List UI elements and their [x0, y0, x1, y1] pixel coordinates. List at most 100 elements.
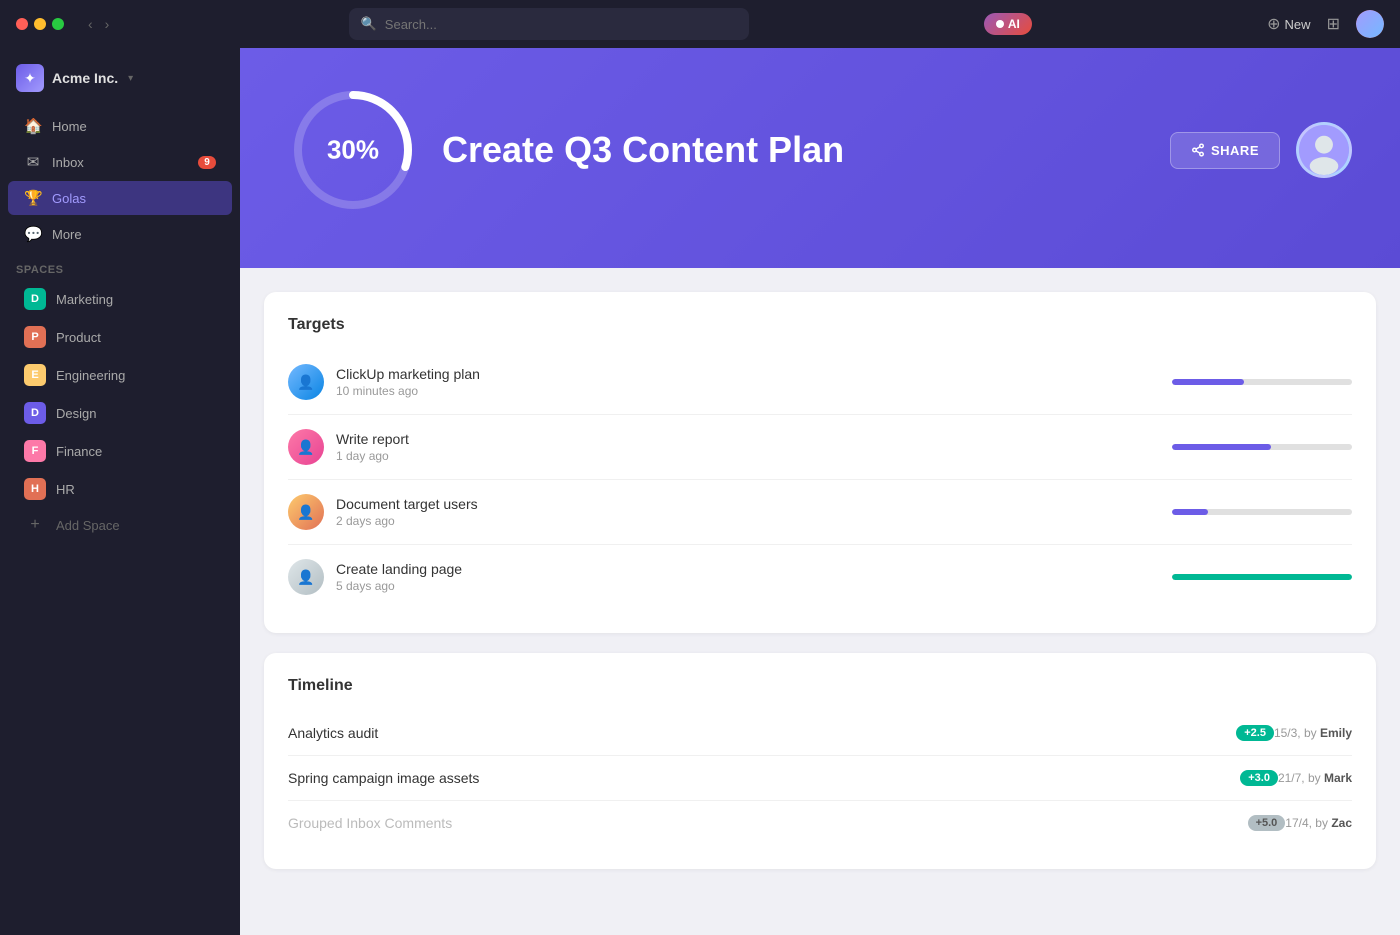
- space-label: Marketing: [56, 292, 113, 307]
- workspace-header[interactable]: ✦ Acme Inc. ▾: [0, 56, 240, 108]
- target-info-2: Write report 1 day ago: [336, 431, 1160, 463]
- add-space-button[interactable]: + Add Space: [8, 509, 232, 541]
- titlebar: ‹ › 🔍 AI ⊕ New ⊞: [0, 0, 1400, 48]
- new-button[interactable]: ⊕ New: [1267, 14, 1310, 34]
- target-info-1: ClickUp marketing plan 10 minutes ago: [336, 366, 1160, 398]
- timeline-badge: +5.0: [1248, 815, 1286, 831]
- timeline-item: Analytics audit +2.5 15/3, by Emily: [288, 711, 1352, 756]
- space-badge-hr: H: [24, 478, 46, 500]
- content-body: Targets 👤 ClickUp marketing plan 10 minu…: [240, 268, 1400, 893]
- target-item: 👤 ClickUp marketing plan 10 minutes ago: [288, 350, 1352, 415]
- timeline-item: Grouped Inbox Comments +5.0 17/4, by Zac: [288, 801, 1352, 845]
- progress-percent: 30%: [327, 135, 379, 166]
- target-time: 2 days ago: [336, 514, 1160, 528]
- timeline-badge: +2.5: [1236, 725, 1274, 741]
- progress-track: [1172, 574, 1352, 580]
- sidebar-item-goals[interactable]: 🏆 Golas: [8, 181, 232, 215]
- target-item: 👤 Write report 1 day ago: [288, 415, 1352, 480]
- add-icon: +: [24, 516, 46, 534]
- plus-circle-icon: ⊕: [1267, 14, 1280, 34]
- progress-track: [1172, 444, 1352, 450]
- search-icon: 🔍: [361, 16, 377, 32]
- timeline-name: Grouped Inbox Comments: [288, 815, 1238, 831]
- progress-fill: [1172, 444, 1271, 450]
- close-button[interactable]: [16, 18, 28, 30]
- target-info-3: Document target users 2 days ago: [336, 496, 1160, 528]
- inbox-icon: ✉: [24, 153, 42, 171]
- main-content: 30% Create Q3 Content Plan SHARE: [240, 48, 1400, 935]
- timeline-name: Analytics audit: [288, 725, 1226, 741]
- chevron-down-icon: ▾: [128, 73, 133, 84]
- target-name: ClickUp marketing plan: [336, 366, 1160, 382]
- ai-button[interactable]: AI: [984, 13, 1032, 35]
- progress-fill: [1172, 509, 1208, 515]
- target-time: 5 days ago: [336, 579, 1160, 593]
- sidebar-item-more[interactable]: 💬 More: [8, 217, 232, 251]
- owner-avatar: [1296, 122, 1352, 178]
- sidebar-item-label: Home: [52, 119, 216, 134]
- main-layout: ✦ Acme Inc. ▾ 🏠 Home ✉ Inbox 9 🏆 Golas 💬…: [0, 48, 1400, 935]
- minimize-button[interactable]: [34, 18, 46, 30]
- target-avatar-2: 👤: [288, 429, 324, 465]
- targets-panel: Targets 👤 ClickUp marketing plan 10 minu…: [264, 292, 1376, 633]
- search-input[interactable]: [385, 17, 737, 32]
- progress-fill: [1172, 379, 1244, 385]
- target-item: 👤 Document target users 2 days ago: [288, 480, 1352, 545]
- forward-button[interactable]: ›: [101, 14, 114, 34]
- sidebar-item-home[interactable]: 🏠 Home: [8, 109, 232, 143]
- target-name: Write report: [336, 431, 1160, 447]
- back-button[interactable]: ‹: [84, 14, 97, 34]
- sidebar-item-finance[interactable]: F Finance: [8, 433, 232, 469]
- targets-title: Targets: [288, 316, 1352, 334]
- sidebar-item-marketing[interactable]: D Marketing: [8, 281, 232, 317]
- timeline-panel: Timeline Analytics audit +2.5 15/3, by E…: [264, 653, 1376, 869]
- search-bar[interactable]: 🔍: [349, 8, 749, 40]
- traffic-lights: [16, 18, 64, 30]
- inbox-badge: 9: [198, 156, 216, 169]
- workspace-logo: ✦: [16, 64, 44, 92]
- ai-label: AI: [1008, 17, 1020, 31]
- hero-banner: 30% Create Q3 Content Plan SHARE: [240, 48, 1400, 268]
- timeline-meta: 15/3, by Emily: [1274, 726, 1352, 740]
- space-label: Engineering: [56, 368, 125, 383]
- spaces-section-label: Spaces: [0, 252, 240, 280]
- new-label: New: [1285, 17, 1311, 32]
- hero-right: SHARE: [1170, 122, 1352, 178]
- timeline-meta: 17/4, by Zac: [1285, 816, 1352, 830]
- progress-fill: [1172, 574, 1352, 580]
- space-badge-product: P: [24, 326, 46, 348]
- target-avatar-1: 👤: [288, 364, 324, 400]
- share-label: SHARE: [1211, 143, 1259, 158]
- target-name: Create landing page: [336, 561, 1160, 577]
- progress-track: [1172, 509, 1352, 515]
- sidebar-item-design[interactable]: D Design: [8, 395, 232, 431]
- sidebar-item-label: More: [52, 227, 216, 242]
- space-label: HR: [56, 482, 75, 497]
- user-avatar[interactable]: [1356, 10, 1384, 38]
- home-icon: 🏠: [24, 117, 42, 135]
- space-label: Product: [56, 330, 101, 345]
- progress-ring: 30%: [288, 85, 418, 215]
- progress-bar-3: [1172, 509, 1352, 515]
- goal-title: Create Q3 Content Plan: [442, 129, 1146, 171]
- target-time: 1 day ago: [336, 449, 1160, 463]
- sidebar-item-hr[interactable]: H HR: [8, 471, 232, 507]
- timeline-item: Spring campaign image assets +3.0 21/7, …: [288, 756, 1352, 801]
- sidebar-item-engineering[interactable]: E Engineering: [8, 357, 232, 393]
- progress-track: [1172, 379, 1352, 385]
- nav-arrows: ‹ ›: [84, 14, 113, 34]
- target-item: 👤 Create landing page 5 days ago: [288, 545, 1352, 609]
- progress-bar-4: [1172, 574, 1352, 580]
- grid-icon[interactable]: ⊞: [1327, 14, 1340, 34]
- space-label: Finance: [56, 444, 102, 459]
- share-button[interactable]: SHARE: [1170, 132, 1280, 169]
- space-badge-finance: F: [24, 440, 46, 462]
- progress-bar-1: [1172, 379, 1352, 385]
- sidebar-item-product[interactable]: P Product: [8, 319, 232, 355]
- sidebar-item-inbox[interactable]: ✉ Inbox 9: [8, 145, 232, 179]
- maximize-button[interactable]: [52, 18, 64, 30]
- more-icon: 💬: [24, 225, 42, 243]
- sidebar: ✦ Acme Inc. ▾ 🏠 Home ✉ Inbox 9 🏆 Golas 💬…: [0, 48, 240, 935]
- sidebar-item-label: Inbox: [52, 155, 188, 170]
- timeline-title: Timeline: [288, 677, 1352, 695]
